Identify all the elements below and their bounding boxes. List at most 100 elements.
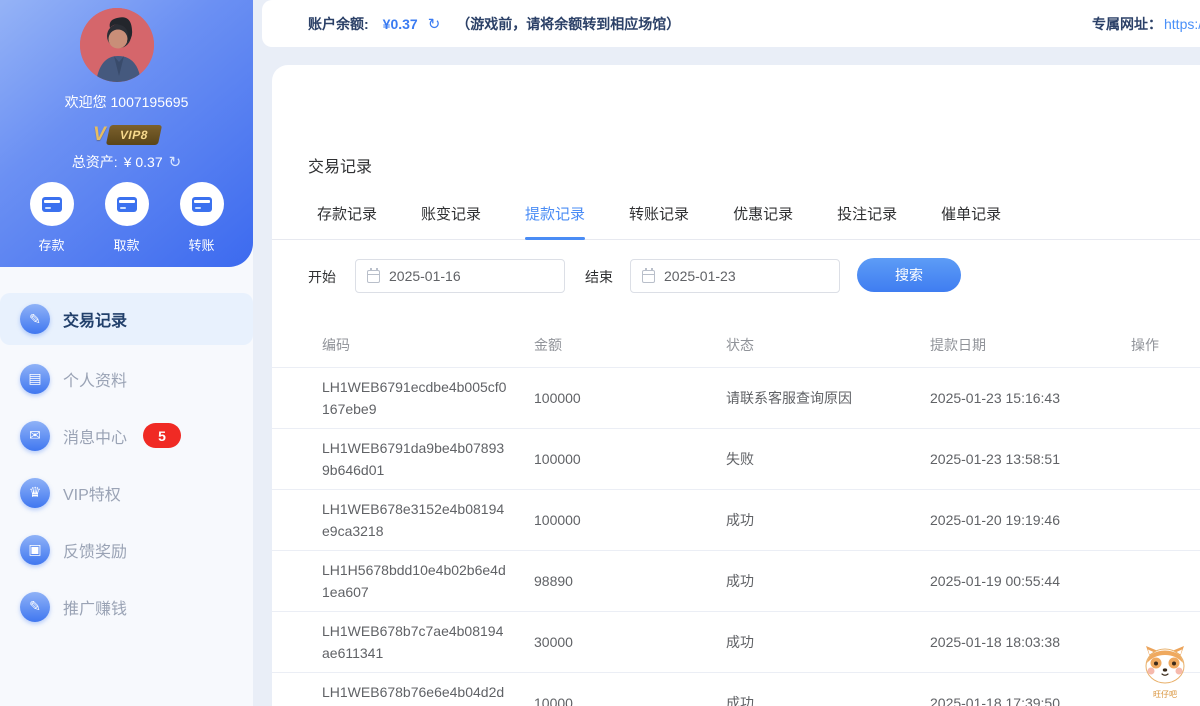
transactions-icon: ✎ <box>20 304 50 334</box>
cell-date: 2025-01-23 13:58:51 <box>930 451 1131 467</box>
refresh-assets-icon[interactable]: ↻ <box>169 153 182 171</box>
table-row: LH1WEB678e3152e4b08194e9ca3218 100000 成功… <box>272 489 1200 550</box>
cell-id: LH1WEB6791da9be4b078939b646d01 <box>322 437 508 481</box>
col-header-id: 编码 <box>322 335 534 355</box>
quick-action-label: 转账 <box>188 235 214 254</box>
cell-id: LH1WEB678e3152e4b08194e9ca3218 <box>322 498 508 542</box>
feedback-icon: ▣ <box>20 535 50 565</box>
cell-id: LH1H5678bdd10e4b02b6e4d1ea607 <box>322 559 508 603</box>
record-tab-label: 账变记录 <box>421 206 481 223</box>
shiba-dog-icon <box>1142 645 1188 685</box>
cell-status: 请联系客服查询原因 <box>726 388 930 408</box>
balance-note: （游戏前，请将余额转到相应场馆） <box>456 14 680 34</box>
record-tab[interactable]: 投注记录 <box>837 203 897 239</box>
table-row: LH1H5678bdd10e4b02b6e4d1ea607 98890 成功 2… <box>272 550 1200 611</box>
cell-date: 2025-01-19 00:55:44 <box>930 573 1131 589</box>
welcome-text: 欢迎您 1007195695 <box>0 92 253 112</box>
cell-status: 成功 <box>726 693 930 706</box>
cell-amount: 100000 <box>534 390 726 406</box>
sidebar-menu-label: 推广赚钱 <box>63 595 127 619</box>
sidebar-menu-label: 个人资料 <box>63 367 127 391</box>
cell-date: 2025-01-18 18:03:38 <box>930 634 1131 650</box>
vip-crown-icon: ♛ <box>20 478 50 508</box>
start-date-label: 开始 <box>308 267 336 287</box>
record-tabs: 存款记录 账变记录 提款记录 转账记录 优惠记录 投注记录 催单记录 <box>272 203 1200 240</box>
cell-status: 失败 <box>726 449 930 469</box>
avatar[interactable] <box>80 8 154 82</box>
record-tab-label: 优惠记录 <box>733 206 793 223</box>
vip-level-label: VIP8 <box>106 125 162 145</box>
col-header-amount: 金额 <box>534 335 726 355</box>
vip-logo-icon: V <box>93 124 106 146</box>
sidebar-menu-item[interactable]: ♛ VIP特权 <box>0 464 253 521</box>
refresh-balance-icon[interactable]: ↻ <box>428 15 441 33</box>
cell-date: 2025-01-20 19:19:46 <box>930 512 1131 528</box>
cell-id: LH1WEB678b7c7ae4b08194ae611341 <box>322 620 508 664</box>
cell-id: LH1WEB678b76e6e4b04d2d78547fcc <box>322 681 508 706</box>
record-tab[interactable]: 优惠记录 <box>733 203 793 239</box>
sidebar-menu-item[interactable]: ✎ 交易记录 <box>0 293 253 345</box>
sidebar-menu-label: 交易记录 <box>63 307 127 331</box>
deposit-card-icon <box>42 197 62 212</box>
profile-icon: ▤ <box>20 364 50 394</box>
withdrawals-table: 编码 金额 状态 提款日期 操作 LH1WEB6791ecdbe4b005cf0… <box>272 323 1200 706</box>
cell-status: 成功 <box>726 632 930 652</box>
sidebar-menu-label: VIP特权 <box>63 481 121 505</box>
sidebar-hero-panel: 欢迎您 1007195695 V VIP8 总资产: ¥ 0.37 ↻ 存款 取… <box>0 0 253 267</box>
start-date-value: 2025-01-16 <box>389 268 461 284</box>
cell-amount: 10000 <box>534 695 726 706</box>
cell-amount: 30000 <box>534 634 726 650</box>
sidebar-menu: ✎ 交易记录 ▤ 个人资料 ✉ 消息中心 5 ♛ VIP特权 ▣ 反馈奖励 ✎ <box>0 293 253 635</box>
table-row: LH1WEB678b76e6e4b04d2d78547fcc 10000 成功 … <box>272 672 1200 706</box>
col-header-action: 操作 <box>1131 335 1200 355</box>
sidebar-menu-label: 反馈奖励 <box>63 538 127 562</box>
col-header-status: 状态 <box>726 335 930 355</box>
quick-action-label: 取款 <box>113 235 139 254</box>
record-tab-label: 提款记录 <box>525 206 585 223</box>
assets-value: ¥ 0.37 <box>124 154 163 170</box>
record-tab[interactable]: 存款记录 <box>317 203 377 239</box>
quick-action-button[interactable]: 转账 <box>180 182 224 254</box>
record-tab-label: 催单记录 <box>941 206 1001 223</box>
table-row: LH1WEB6791ecdbe4b005cf0167ebe9 100000 请联… <box>272 367 1200 428</box>
sidebar-menu-item[interactable]: ▣ 反馈奖励 <box>0 521 253 578</box>
promote-icon: ✎ <box>20 592 50 622</box>
quick-action-button[interactable]: 取款 <box>105 182 149 254</box>
cell-amount: 100000 <box>534 451 726 467</box>
table-row: LH1WEB678b7c7ae4b08194ae611341 30000 成功 … <box>272 611 1200 672</box>
transaction-records-card: 交易记录 存款记录 账变记录 提款记录 转账记录 优惠记录 投注记录 催单记录 … <box>272 65 1200 706</box>
sidebar-menu-item[interactable]: ✉ 消息中心 5 <box>0 407 253 464</box>
quick-action-button[interactable]: 存款 <box>30 182 74 254</box>
record-tab[interactable]: 催单记录 <box>941 203 1001 239</box>
record-tab[interactable]: 转账记录 <box>629 203 689 239</box>
date-filter-row: 开始 2025-01-16 结束 2025-01-23 搜索 <box>272 258 1200 294</box>
record-tab[interactable]: 账变记录 <box>421 203 481 239</box>
unread-count-badge: 5 <box>143 423 181 448</box>
end-date-value: 2025-01-23 <box>664 268 736 284</box>
start-date-input[interactable]: 2025-01-16 <box>355 259 565 293</box>
calendar-icon <box>642 270 655 283</box>
total-assets: 总资产: ¥ 0.37 ↻ <box>0 152 253 172</box>
cell-date: 2025-01-23 15:16:43 <box>930 390 1131 406</box>
site-url-link[interactable]: https:// <box>1164 16 1200 32</box>
end-date-input[interactable]: 2025-01-23 <box>630 259 840 293</box>
calendar-icon <box>367 270 380 283</box>
table-header-row: 编码 金额 状态 提款日期 操作 <box>272 323 1200 367</box>
record-tab-label: 投注记录 <box>837 206 897 223</box>
messages-icon: ✉ <box>20 421 50 451</box>
sidebar-menu-item[interactable]: ✎ 推广赚钱 <box>0 578 253 635</box>
site-url-label: 专属网址： <box>1092 14 1162 34</box>
withdraw-wallet-icon <box>117 197 137 212</box>
customer-service-mascot[interactable]: 旺仔吧 <box>1140 645 1190 700</box>
balance-label: 账户余额: <box>308 14 369 34</box>
quick-action-label: 存款 <box>38 235 64 254</box>
balance-value: ¥0.37 <box>383 16 418 32</box>
table-row: LH1WEB6791da9be4b078939b646d01 100000 失败… <box>272 428 1200 489</box>
record-tab[interactable]: 提款记录 <box>525 203 585 239</box>
page-title: 交易记录 <box>308 153 372 177</box>
sidebar-menu-item[interactable]: ▤ 个人资料 <box>0 350 253 407</box>
col-header-date: 提款日期 <box>930 335 1131 355</box>
topbar: 账户余额: ¥0.37 ↻ （游戏前，请将余额转到相应场馆） 专属网址： htt… <box>262 0 1200 47</box>
cell-status: 成功 <box>726 571 930 591</box>
search-button[interactable]: 搜索 <box>857 258 961 292</box>
